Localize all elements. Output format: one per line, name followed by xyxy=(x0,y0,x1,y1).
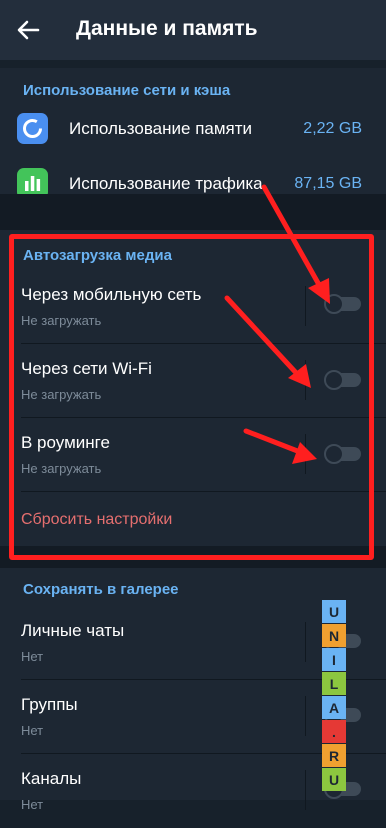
watermark-letter: U xyxy=(322,768,346,791)
autodownload-mobile-toggle[interactable] xyxy=(324,294,361,314)
usage-section-header: Использование сети и кэша xyxy=(23,82,231,99)
watermark-letter: A xyxy=(322,696,346,719)
memory-usage-value: 2,22 GB xyxy=(303,120,362,137)
storage-pie-icon xyxy=(17,113,48,144)
autodownload-mobile-status: Не загружать xyxy=(21,313,102,328)
toggle-knob xyxy=(324,294,344,314)
gallery-groups-label: Группы xyxy=(21,695,78,714)
divider xyxy=(21,491,386,492)
row-separator xyxy=(305,770,306,810)
page-title: Данные и память xyxy=(76,17,258,40)
section-gap xyxy=(0,194,386,230)
gallery-private-chats-status: Нет xyxy=(21,649,44,664)
autodownload-section: Автозагрузка медиа Через мобильную сеть … xyxy=(0,230,386,546)
row-separator xyxy=(305,434,306,474)
row-separator xyxy=(305,622,306,662)
toggle-knob xyxy=(324,444,344,464)
row-separator xyxy=(305,286,306,326)
toggle-knob xyxy=(324,370,344,390)
autodownload-roaming-label: В роуминге xyxy=(21,433,110,452)
autodownload-mobile-label: Через мобильную сеть xyxy=(21,285,202,304)
top-bar: Данные и память xyxy=(0,0,386,60)
autodownload-wifi-label: Через сети Wi-Fi xyxy=(21,359,152,378)
watermark-logo: U N I L A . R U xyxy=(322,600,346,792)
row-separator xyxy=(305,696,306,736)
autodownload-wifi-status: Не загружать xyxy=(21,387,102,402)
reset-settings-button[interactable]: Сбросить настройки xyxy=(21,511,172,529)
back-arrow-icon[interactable] xyxy=(10,12,46,48)
autodownload-mobile-row[interactable]: Через мобильную сеть Не загружать xyxy=(0,270,386,344)
traffic-usage-item[interactable]: Использование трафика xyxy=(69,174,263,194)
autodownload-wifi-row[interactable]: Через сети Wi-Fi Не загружать xyxy=(0,344,386,418)
gallery-section-header: Сохранять в галерее xyxy=(23,581,179,598)
gallery-channels-status: Нет xyxy=(21,797,44,812)
usage-section: Использование сети и кэша Использование … xyxy=(0,68,386,199)
row-separator xyxy=(305,360,306,400)
watermark-letter: . xyxy=(322,720,346,743)
watermark-letter: L xyxy=(322,672,346,695)
watermark-letter: I xyxy=(322,648,346,671)
memory-usage-item[interactable]: Использование памяти xyxy=(69,119,252,139)
autodownload-section-header: Автозагрузка медиа xyxy=(23,247,172,264)
autodownload-roaming-row[interactable]: В роуминге Не загружать xyxy=(0,418,386,492)
section-gap xyxy=(0,546,386,568)
watermark-letter: R xyxy=(322,744,346,767)
watermark-letter: U xyxy=(322,600,346,623)
autodownload-roaming-toggle[interactable] xyxy=(324,444,361,464)
autodownload-wifi-toggle[interactable] xyxy=(324,370,361,390)
watermark-letter: N xyxy=(322,624,346,647)
traffic-usage-value: 87,15 GB xyxy=(294,175,362,192)
gallery-groups-status: Нет xyxy=(21,723,44,738)
gallery-channels-label: Каналы xyxy=(21,769,82,788)
gallery-private-chats-label: Личные чаты xyxy=(21,621,125,640)
autodownload-roaming-status: Не загружать xyxy=(21,461,102,476)
